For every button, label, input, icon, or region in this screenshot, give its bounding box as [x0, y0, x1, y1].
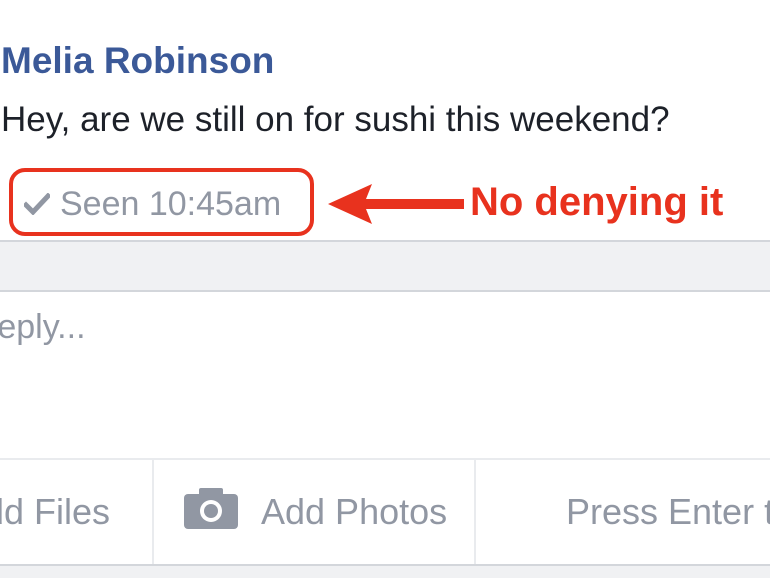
camera-icon: [183, 486, 239, 539]
composer-divider: [0, 240, 770, 292]
composer-toolbar: dd Files Add Photos Press Enter t: [0, 460, 770, 564]
message-text: Hey, are we still on for sushi this week…: [1, 100, 670, 139]
annotation-highlight-box: [9, 168, 314, 236]
bottom-border: [0, 564, 770, 578]
toolbar-divider: [474, 460, 476, 564]
add-files-button[interactable]: dd Files: [0, 460, 110, 564]
add-photos-label: Add Photos: [261, 491, 448, 532]
toolbar-divider: [152, 460, 154, 564]
reply-placeholder: reply...: [0, 308, 86, 346]
press-enter-label: Press Enter t: [566, 491, 770, 532]
press-enter-toggle[interactable]: Press Enter t: [566, 460, 770, 564]
add-photos-button[interactable]: Add Photos: [183, 460, 447, 564]
add-files-label: dd Files: [0, 491, 111, 532]
annotation-label: No denying it: [470, 180, 724, 224]
reply-input[interactable]: reply...: [0, 292, 770, 460]
annotation-arrow-icon: [326, 182, 466, 231]
sender-name[interactable]: Melia Robinson: [1, 40, 274, 82]
chat-window: Melia Robinson Hey, are we still on for …: [0, 0, 770, 578]
